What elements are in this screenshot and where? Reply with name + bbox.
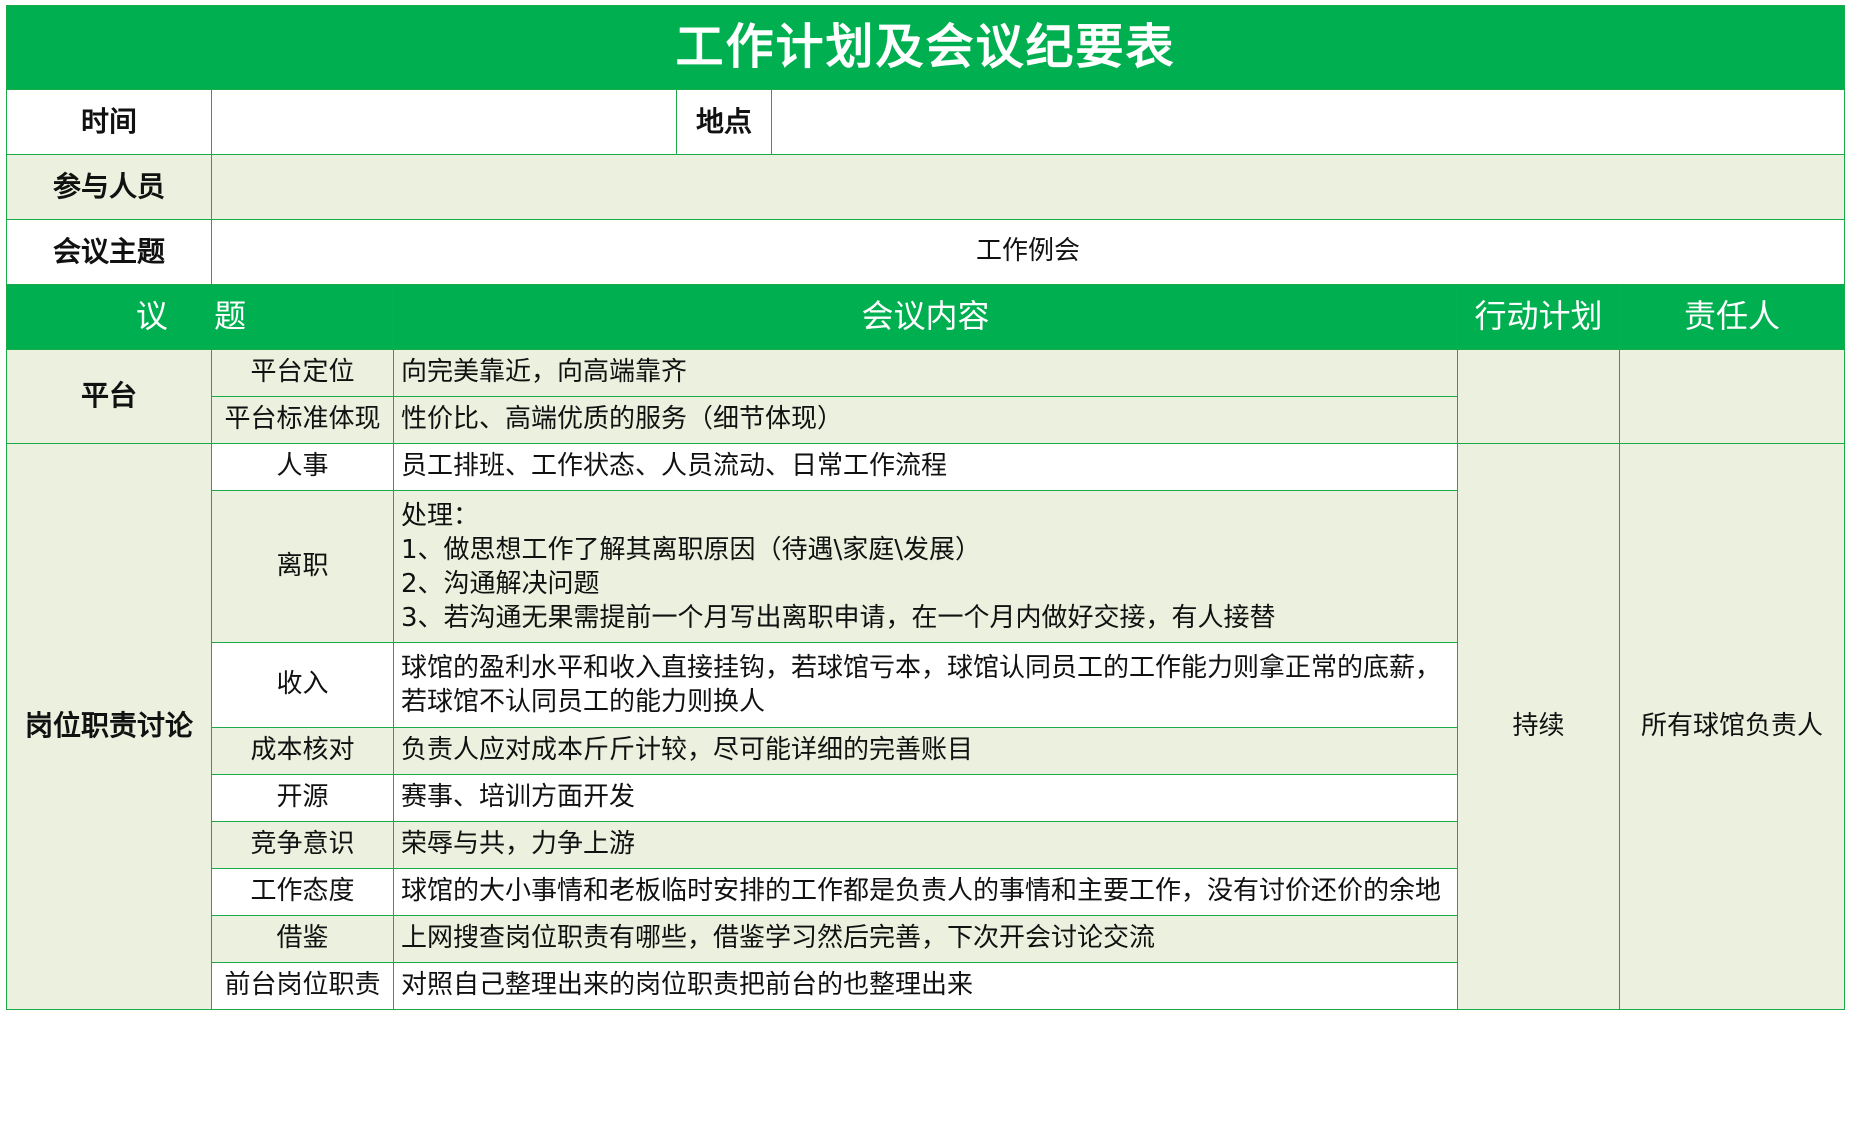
content-line: 处理： (401, 500, 480, 531)
action-empty-cell (1457, 349, 1620, 444)
content-line: 2、沟通解决问题 (401, 568, 600, 599)
place-field[interactable] (771, 89, 1845, 155)
agenda-item: 平台标准体现 (211, 396, 394, 444)
meeting-minutes-table: 工作计划及会议纪要表 时间 地点 参与人员 会议主题 工作例会 议 题 会议内容… (6, 5, 1845, 1010)
agenda-item: 借鉴 (211, 915, 394, 963)
agenda-item: 前台岗位职责 (211, 962, 394, 1010)
time-field[interactable] (211, 89, 677, 155)
agenda-row: 平台 平台定位 向完美靠近，向高端靠齐 (6, 349, 1845, 444)
responsible-cell: 所有球馆负责人 (1619, 443, 1845, 1010)
content-line: 负责人应对成本斤斤计较，尽可能详细的完善账目 (401, 735, 974, 766)
agenda-body: 平台 平台定位 向完美靠近，向高端靠齐 平台标准体现 性价比、高端优质的服务（细节体现）… (6, 349, 1845, 1010)
attendees-field[interactable] (211, 154, 1845, 220)
agenda-item: 人事 (211, 443, 394, 491)
agenda-content: 向完美靠近，向高端靠齐 (393, 349, 1458, 397)
agenda-content: 球馆的盈利水平和收入直接挂钩，若球馆亏本，球馆认同员工的工作能力则拿正常的底薪，… (393, 642, 1458, 728)
agenda-item: 工作态度 (211, 868, 394, 916)
content-line: 对照自己整理出来的岗位职责把前台的也整理出来 (401, 970, 974, 1001)
agenda-content: 上网搜查岗位职责有哪些，借鉴学习然后完善，下次开会讨论交流 (393, 915, 1458, 963)
time-label: 时间 (6, 89, 212, 155)
agenda-item: 平台定位 (211, 349, 394, 397)
content-line: 球馆的大小事情和老板临时安排的工作都是负责人的事情和主要工作，没有讨价还价的余地 (401, 876, 1442, 907)
agenda-item: 竞争意识 (211, 821, 394, 869)
group-label: 平台 (6, 349, 212, 444)
place-label: 地点 (676, 89, 772, 155)
action-plan-cell: 持续 (1457, 443, 1620, 1010)
agenda-item: 开源 (211, 774, 394, 822)
content-line: 上网搜查岗位职责有哪些，借鉴学习然后完善，下次开会讨论交流 (401, 923, 1156, 954)
content-line: 3、若沟通无果需提前一个月写出离职申请，在一个月内做好交接，有人接替 (401, 602, 1276, 633)
agenda-item: 收入 (211, 642, 394, 728)
agenda-content: 性价比、高端优质的服务（细节体现） (393, 396, 1458, 444)
attendees-label: 参与人员 (6, 154, 212, 220)
agenda-content: 球馆的大小事情和老板临时安排的工作都是负责人的事情和主要工作，没有讨价还价的余地 (393, 868, 1458, 916)
agenda-row: 岗位职责讨论 人事 员工排班、工作状态、人员流动、日常工作流程 持续 所有球馆负责人 (6, 443, 1845, 1010)
agenda-content: 负责人应对成本斤斤计较，尽可能详细的完善账目 (393, 727, 1458, 775)
agenda-content: 赛事、培训方面开发 (393, 774, 1458, 822)
responsible-empty-cell (1619, 349, 1845, 444)
agenda-item: 成本核对 (211, 727, 394, 775)
agenda-content: 员工排班、工作状态、人员流动、日常工作流程 (393, 443, 1458, 491)
content-line: 向完美靠近，向高端靠齐 (401, 357, 688, 388)
content-line: 若球馆不认同员工的能力则换人 (401, 687, 766, 717)
content-line: 球馆的盈利水平和收入直接挂钩，若球馆亏本，球馆认同员工的工作能力则拿正常的底薪， (401, 653, 1442, 683)
content-header: 会议内容 (393, 284, 1458, 350)
content-line: 1、做思想工作了解其离职原因（待遇\家庭\发展） (401, 534, 982, 565)
topic-label: 会议主题 (6, 219, 212, 285)
topic-field[interactable]: 工作例会 (211, 219, 1845, 285)
agenda-header: 议 题 (6, 284, 394, 350)
group-label: 岗位职责讨论 (6, 443, 212, 1010)
content-line: 性价比、高端优质的服务（细节体现） (401, 404, 844, 435)
agenda-content: 处理： 1、做思想工作了解其离职原因（待遇\家庭\发展） 2、沟通解决问题 3、若沟通… (393, 490, 1458, 643)
page-title: 工作计划及会议纪要表 (6, 5, 1845, 90)
content-line: 赛事、培训方面开发 (401, 782, 636, 813)
agenda-content: 荣辱与共，力争上游 (393, 821, 1458, 869)
agenda-content: 对照自己整理出来的岗位职责把前台的也整理出来 (393, 962, 1458, 1010)
content-line: 员工排班、工作状态、人员流动、日常工作流程 (401, 451, 948, 482)
action-plan-header: 行动计划 (1457, 284, 1620, 350)
agenda-item: 离职 (211, 490, 394, 643)
responsible-header: 责任人 (1619, 284, 1845, 350)
content-line: 荣辱与共，力争上游 (401, 829, 636, 860)
